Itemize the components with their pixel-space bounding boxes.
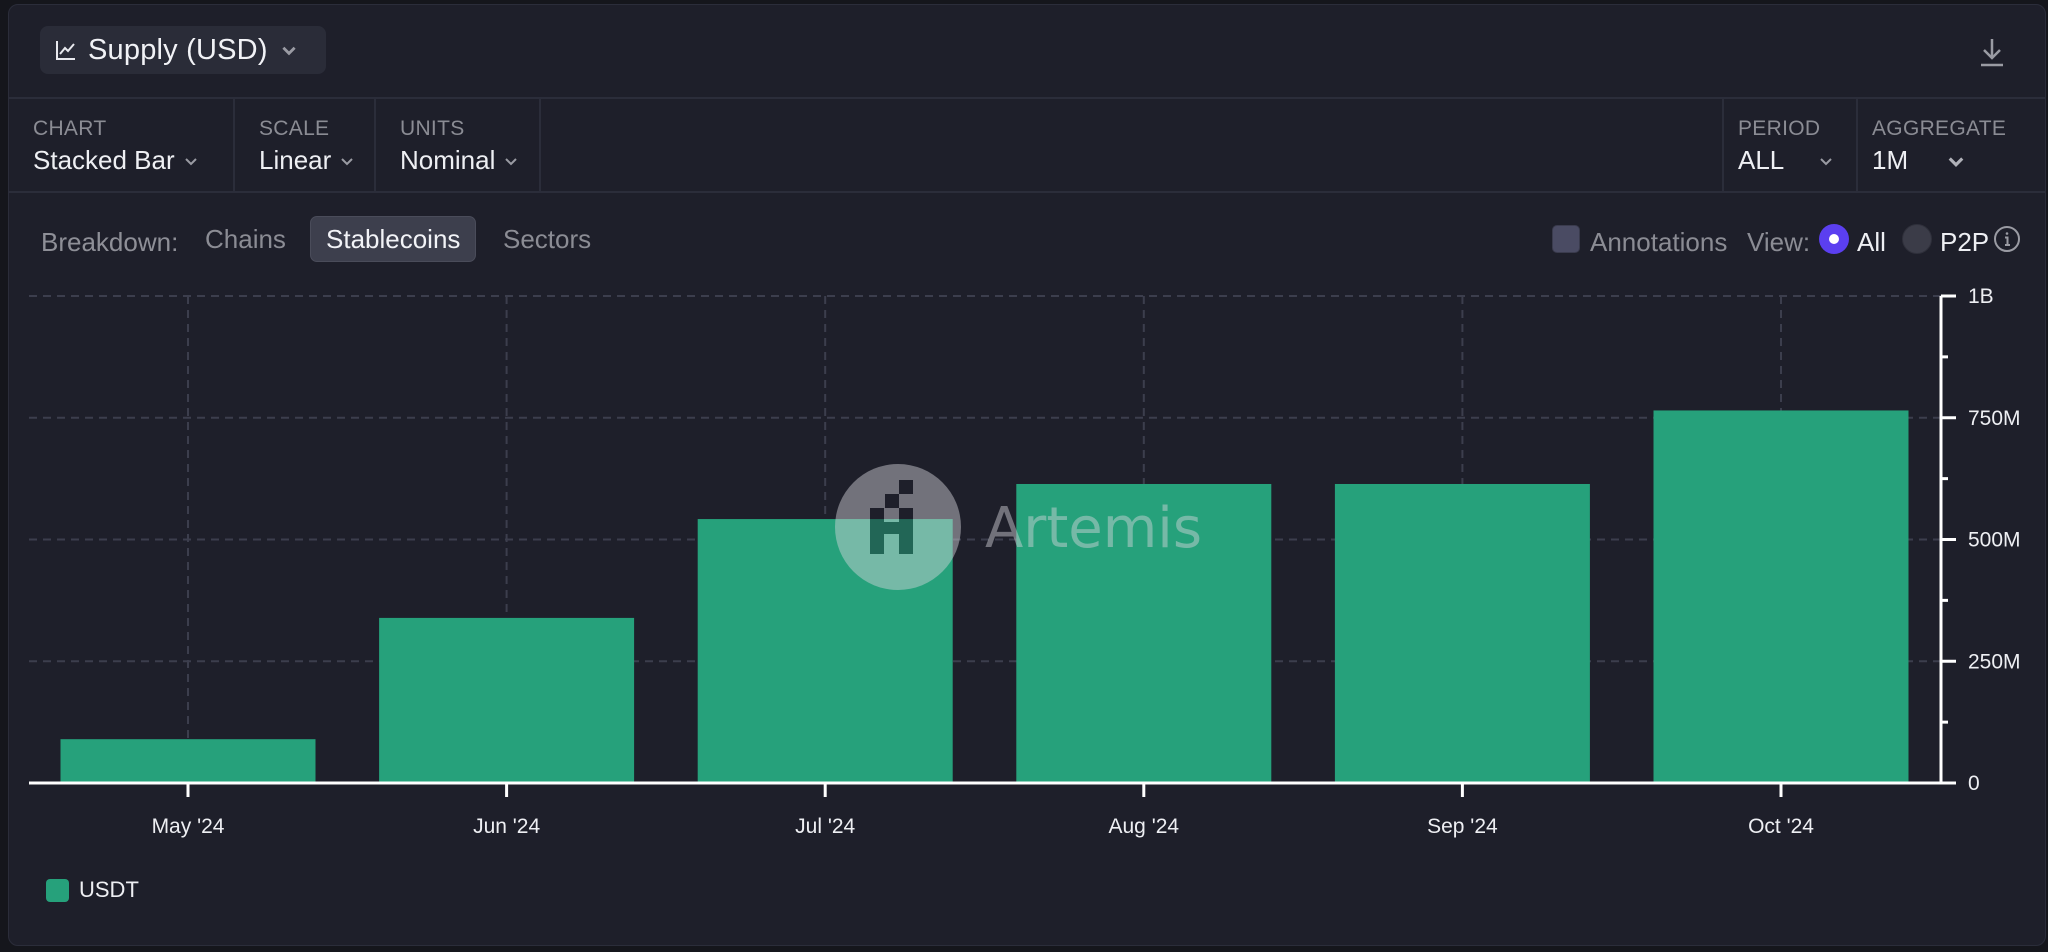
- y-tick-label: 250M: [1968, 650, 2021, 673]
- bars: [60, 410, 1909, 783]
- watermark-logo-block: [885, 494, 899, 508]
- y-axis: 0 250M 500M 750M 1B: [1939, 285, 2021, 795]
- y-tick-label: 750M: [1968, 407, 2021, 430]
- bar-usdt[interactable]: [379, 617, 635, 783]
- x-tick-label: Oct '24: [1748, 815, 1814, 838]
- watermark-logo-block: [870, 522, 913, 534]
- x-tick-label: May '24: [152, 815, 225, 838]
- x-tick-label: Aug '24: [1109, 815, 1180, 838]
- bar-usdt[interactable]: [60, 739, 316, 783]
- watermark-text: Artemis: [985, 496, 1202, 561]
- bar-usdt[interactable]: [1334, 483, 1590, 783]
- bar-chart: Artemis May '24 Jun '24 Jul '24 Aug '24 Sep '…: [29, 285, 2021, 838]
- x-axis: May '24 Jun '24 Jul '24 Aug '24 Sep '24 Oct '…: [29, 781, 1941, 838]
- x-tick-label: Jun '24: [473, 815, 540, 838]
- watermark-logo-block: [899, 480, 913, 494]
- bar-usdt[interactable]: [1653, 410, 1909, 783]
- x-tick-label: Sep '24: [1427, 815, 1498, 838]
- y-tick-label: 1B: [1968, 285, 1994, 308]
- x-tick-label: Jul '24: [795, 815, 855, 838]
- y-tick-label: 0: [1968, 772, 1980, 795]
- y-tick-label: 500M: [1968, 529, 2021, 552]
